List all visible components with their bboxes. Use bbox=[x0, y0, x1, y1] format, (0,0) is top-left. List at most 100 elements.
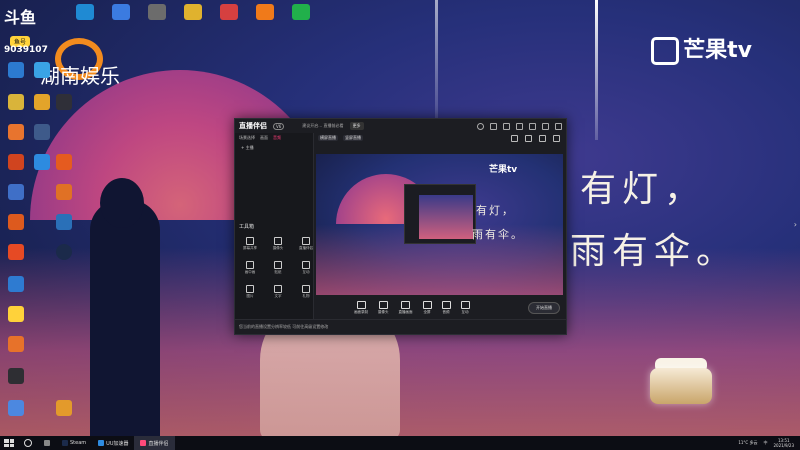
room-id: 9039107 bbox=[4, 45, 48, 55]
landscape-mode[interactable]: 横屏直播 bbox=[318, 135, 338, 141]
uu-icon bbox=[98, 440, 105, 446]
desktop-icon-2[interactable] bbox=[112, 4, 130, 20]
desktop-icon-5[interactable] bbox=[220, 4, 238, 20]
control-audio[interactable]: 音频 bbox=[441, 301, 451, 315]
taskbar-uu[interactable]: UU加速器 bbox=[92, 436, 134, 450]
desktop-top-icons bbox=[70, 0, 316, 24]
desktop-icon-f[interactable] bbox=[2, 124, 30, 140]
tool-camera[interactable]: 摄像头 bbox=[267, 237, 289, 251]
lamp-beam-2 bbox=[435, 0, 438, 120]
taskbar-live-companion[interactable]: 直播伴侣 bbox=[134, 436, 175, 450]
tab-audio[interactable]: 音频 bbox=[273, 135, 281, 141]
desktop-icon-6[interactable] bbox=[256, 4, 274, 20]
scene-tabs: 场景选择 画面 音频 bbox=[235, 133, 313, 143]
scene-item[interactable]: + 主播 bbox=[235, 143, 313, 153]
lamp-beam bbox=[595, 0, 598, 140]
tab-picture[interactable]: 画面 bbox=[260, 135, 268, 141]
desktop-icon-c[interactable] bbox=[2, 94, 30, 110]
tool-image[interactable]: 图片 bbox=[239, 285, 261, 299]
sticker-icon bbox=[274, 261, 282, 269]
maximize-icon[interactable] bbox=[542, 122, 549, 130]
desktop-icon-o[interactable] bbox=[2, 244, 30, 260]
share-icon[interactable] bbox=[553, 134, 560, 142]
desktop-icon-j[interactable] bbox=[50, 154, 78, 170]
mail-icon[interactable] bbox=[490, 122, 497, 130]
control-live-screen[interactable]: 直播画面 bbox=[399, 301, 413, 315]
app-titlebar: 直播伴侣 V6 建议开启… 直播前必看 更多 bbox=[235, 119, 566, 133]
preview-poem-2: 雨有伞。 bbox=[472, 228, 524, 241]
preview-tool-icons bbox=[511, 134, 566, 142]
mic-icon bbox=[441, 301, 451, 309]
preview-mango-logo: 芒果tv bbox=[489, 165, 518, 175]
clock[interactable]: 13:51 2021/9/23 bbox=[773, 438, 794, 448]
menu-icon[interactable] bbox=[516, 122, 523, 130]
desktop-icon-g[interactable] bbox=[28, 124, 56, 140]
desktop-icon-p[interactable] bbox=[2, 276, 30, 292]
camera-icon bbox=[274, 237, 282, 245]
language-indicator[interactable]: 中 bbox=[763, 440, 767, 446]
mango-tv-logo: 芒果tv bbox=[651, 32, 752, 65]
desktop-icon-3[interactable] bbox=[148, 4, 166, 20]
desktop-icon-4[interactable] bbox=[184, 4, 202, 20]
tool-text[interactable]: 文字 bbox=[267, 285, 289, 299]
desktop-icon-n[interactable] bbox=[50, 214, 78, 230]
steam-icon[interactable] bbox=[50, 244, 78, 260]
settings-icon[interactable] bbox=[503, 122, 510, 130]
poem-line-1: 有灯， bbox=[580, 169, 707, 210]
tool-pip[interactable]: 画中画 bbox=[239, 261, 261, 275]
app-logo: 直播伴侣 bbox=[239, 122, 267, 130]
more-button[interactable]: 更多 bbox=[349, 122, 364, 130]
live-preview[interactable]: 芒果tv 有灯， 雨有伞。 bbox=[316, 154, 563, 295]
preview-area: 横屏直播 竖屏直播 芒果tv 有灯， 雨有伞。 画面录制 摄像头 直播画面 全屏… bbox=[314, 133, 566, 319]
douyu-logo: 斗鱼 bbox=[4, 8, 37, 27]
desktop-icon-k[interactable] bbox=[2, 184, 30, 200]
screen-share-icon bbox=[246, 237, 254, 245]
desktop-icon-7[interactable] bbox=[292, 4, 310, 20]
control-camera[interactable]: 摄像头 bbox=[378, 301, 389, 315]
desktop-icon-h[interactable] bbox=[2, 154, 30, 170]
taskbar-steam[interactable]: Steam bbox=[56, 436, 92, 450]
desktop-icon-r[interactable] bbox=[2, 336, 30, 352]
desktop-icon-b[interactable] bbox=[28, 62, 56, 78]
system-tray: 11°C 多云 中 13:51 2021/9/23 bbox=[738, 438, 800, 448]
desktop-icon-s[interactable] bbox=[2, 368, 30, 384]
mango-icon bbox=[651, 37, 680, 65]
layout-icon[interactable] bbox=[511, 134, 518, 142]
control-record[interactable]: 画面录制 bbox=[354, 301, 368, 315]
desktop-icon-q[interactable] bbox=[2, 306, 30, 322]
man-head bbox=[100, 178, 144, 228]
start-live-button[interactable]: 开始直播 bbox=[528, 302, 560, 314]
record-icon[interactable] bbox=[539, 134, 546, 142]
search-icon[interactable] bbox=[18, 436, 38, 450]
desktop-icon-a[interactable] bbox=[2, 62, 30, 78]
control-fullscreen[interactable]: 全屏 bbox=[422, 301, 432, 315]
avatar-icon[interactable] bbox=[477, 122, 484, 130]
preview-toolbar: 横屏直播 竖屏直播 bbox=[314, 133, 566, 143]
desktop-icon-l[interactable] bbox=[50, 184, 78, 200]
desktop-icon-e[interactable] bbox=[50, 94, 78, 110]
weather[interactable]: 11°C 多云 bbox=[738, 440, 757, 446]
control-interact[interactable]: 互动 bbox=[460, 301, 470, 315]
desktop-icon-t[interactable] bbox=[2, 400, 30, 416]
start-button[interactable] bbox=[4, 439, 14, 447]
desktop-icon-m[interactable] bbox=[2, 214, 30, 230]
minimize-icon[interactable] bbox=[529, 122, 536, 130]
tool-sticker[interactable]: 贴纸 bbox=[267, 261, 289, 275]
fullscreen-icon bbox=[422, 301, 432, 309]
desktop-icon-u[interactable] bbox=[50, 400, 78, 416]
toolbox-title: 工具箱 bbox=[239, 224, 255, 230]
live-controls: 画面录制 摄像头 直播画面 全屏 音频 互动 开始直播 bbox=[314, 297, 566, 319]
tool-screen-share[interactable]: 屏幕共享 bbox=[239, 237, 261, 251]
desktop-icon-1[interactable] bbox=[76, 4, 94, 20]
cream-jar bbox=[650, 368, 712, 404]
bottom-tip: 您当前的直播设置分辨率较低 可前往高级设置修改 bbox=[235, 319, 566, 333]
tab-scene[interactable]: 场景选择 bbox=[239, 135, 255, 141]
text-icon bbox=[274, 285, 282, 293]
task-view-icon[interactable] bbox=[38, 436, 56, 450]
chevron-right-icon[interactable]: › bbox=[794, 220, 797, 229]
portrait-mode[interactable]: 竖屏直播 bbox=[343, 135, 363, 141]
grid-icon[interactable] bbox=[525, 134, 532, 142]
taskbar: Steam UU加速器 直播伴侣 11°C 多云 中 13:51 2021/9/… bbox=[0, 436, 800, 450]
close-icon[interactable] bbox=[555, 122, 562, 130]
pip-icon bbox=[246, 261, 254, 269]
